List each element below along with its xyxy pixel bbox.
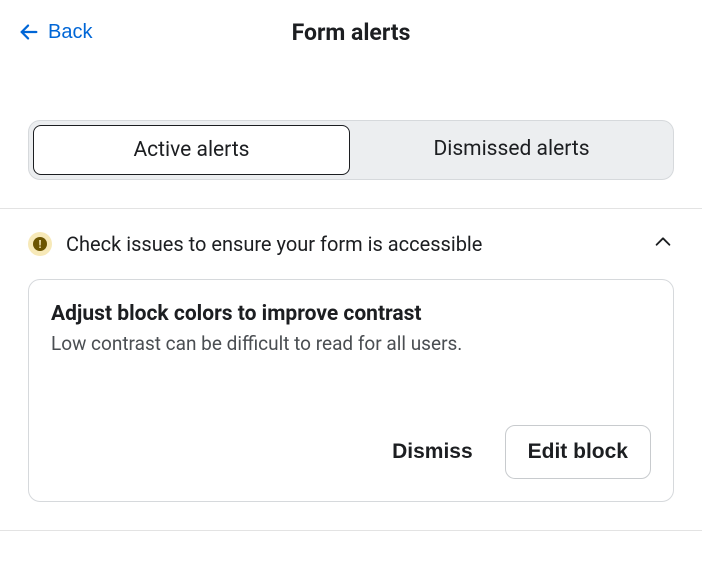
arrow-left-icon [18, 21, 40, 43]
tab-label: Dismissed alerts [433, 137, 589, 161]
chevron-up-icon [652, 231, 674, 257]
tab-label: Active alerts [133, 138, 249, 162]
edit-block-button[interactable]: Edit block [505, 425, 651, 479]
header: Back Form alerts [0, 0, 702, 64]
alert-description: Low contrast can be difficult to read fo… [51, 332, 651, 355]
section-header[interactable]: ! Check issues to ensure your form is ac… [0, 209, 702, 279]
page-title: Form alerts [0, 19, 702, 46]
section-title: Check issues to ensure your form is acce… [66, 232, 638, 256]
alert-title: Adjust block colors to improve contrast [51, 302, 651, 326]
segmented-control: Active alerts Dismissed alerts [28, 120, 674, 180]
back-button[interactable]: Back [18, 21, 92, 44]
divider [0, 530, 702, 531]
tab-active-alerts[interactable]: Active alerts [33, 125, 350, 175]
back-label: Back [48, 21, 92, 44]
alerts-list: Adjust block colors to improve contrast … [0, 279, 702, 502]
alert-card: Adjust block colors to improve contrast … [28, 279, 674, 502]
alert-actions: Dismiss Edit block [51, 425, 651, 479]
tab-dismissed-alerts[interactable]: Dismissed alerts [354, 125, 669, 175]
alert-icon: ! [28, 232, 52, 256]
dismiss-button[interactable]: Dismiss [392, 440, 473, 464]
tabs-container: Active alerts Dismissed alerts [0, 64, 702, 208]
